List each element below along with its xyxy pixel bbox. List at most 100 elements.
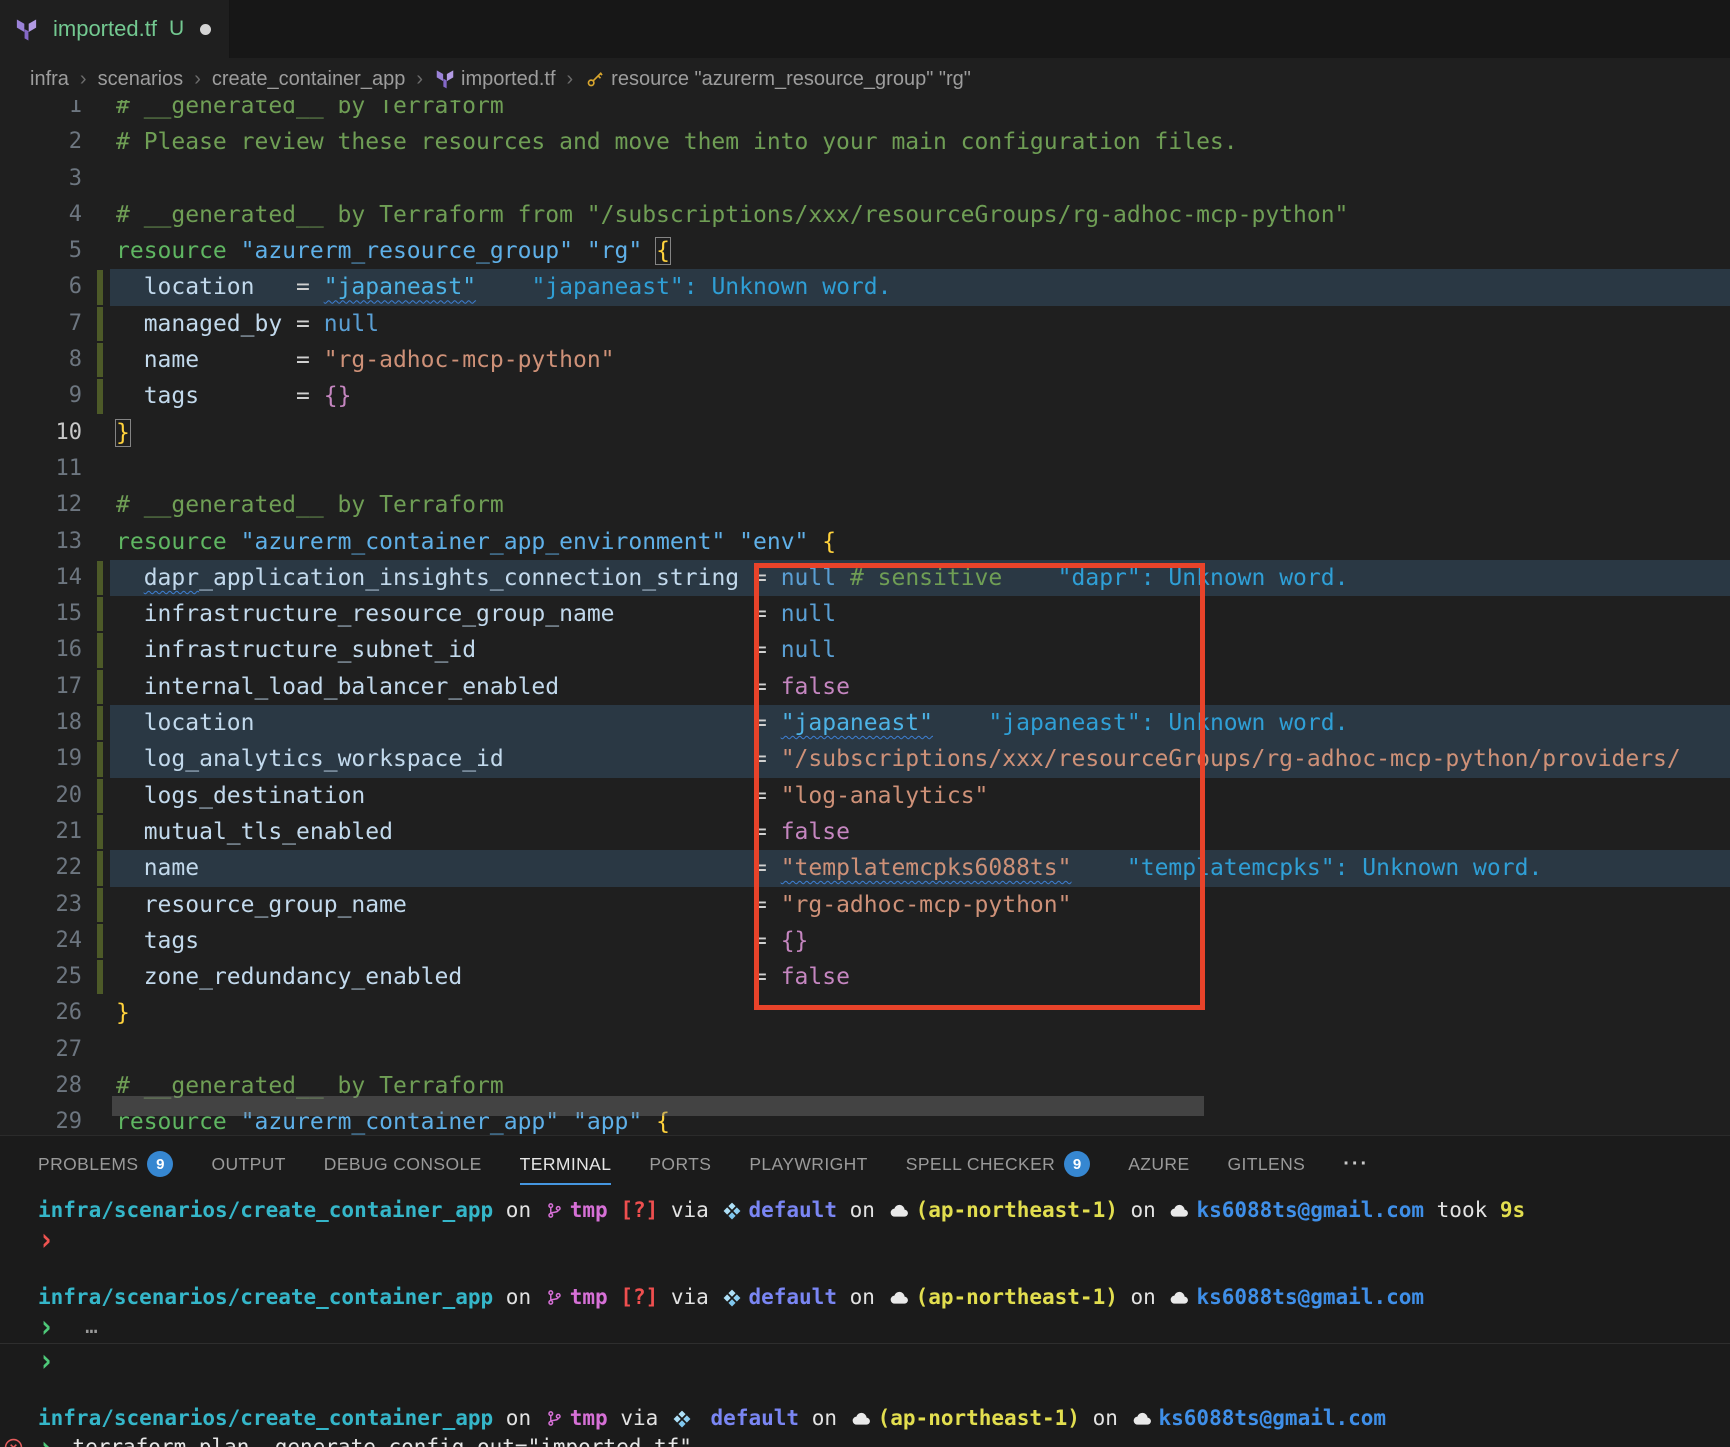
command-separator (0, 1343, 1730, 1344)
panel-tab-playwright[interactable]: PLAYWRIGHT (749, 1136, 867, 1192)
git-added-gutter-bar (97, 924, 103, 958)
panel-tab-bar: PROBLEMS9 OUTPUT DEBUG CONSOLE TERMINAL PORT… (0, 1136, 1730, 1192)
git-added-gutter-bar (97, 270, 103, 304)
git-added-gutter-bar (97, 307, 103, 341)
cloud-icon (890, 1290, 909, 1305)
git-status-badge: U (169, 17, 184, 41)
panel-tab-spell-checker[interactable]: SPELL CHECKER9 (906, 1136, 1090, 1192)
editor-line[interactable]: 7 managed_by = null (0, 306, 1730, 342)
git-added-gutter-bar (97, 561, 103, 595)
code-text: # __generated__ by Terraform (116, 100, 504, 124)
panel-tab-terminal[interactable]: TERMINAL (520, 1136, 612, 1192)
panel-tab-gitlens[interactable]: GITLENS (1228, 1136, 1306, 1192)
panel-tab-label: PROBLEMS (38, 1154, 138, 1175)
editor-line[interactable]: 5resource "azurerm_resource_group" "rg" … (0, 233, 1730, 269)
breadcrumb-item[interactable]: resource "azurerm_resource_group" "rg" (584, 68, 971, 91)
git-added-gutter-bar (97, 379, 103, 413)
code-text: mutual_tls_enabled = false (116, 814, 850, 850)
breadcrumb-item[interactable]: imported.tf (434, 68, 555, 91)
line-number: 17 (0, 669, 82, 705)
editor-line[interactable]: 12# __generated__ by Terraform (0, 487, 1730, 523)
line-number: 10 (0, 415, 82, 451)
tab-imported-tf[interactable]: imported.tf U (0, 0, 230, 58)
prompt-chevron-icon (40, 1351, 53, 1371)
editor-line[interactable]: 9 tags = {} (0, 378, 1730, 414)
annotation-highlight-box (754, 563, 1205, 1010)
terminal-blank-line (38, 1254, 1730, 1283)
panel-tab-debug-console[interactable]: DEBUG CONSOLE (324, 1136, 482, 1192)
breadcrumb-item-label: infra (30, 68, 69, 91)
line-number: 29 (0, 1104, 82, 1135)
git-added-gutter-bar (97, 343, 103, 377)
line-number: 4 (0, 197, 82, 233)
panel-tab-label: AZURE (1128, 1154, 1189, 1175)
code-text: name = "rg-adhoc-mcp-python" (116, 342, 615, 378)
panel-tab-azure[interactable]: AZURE (1128, 1136, 1189, 1192)
editor-line[interactable]: 13 resource "azurerm_container_app_enviro… (0, 524, 1730, 560)
breadcrumb-separator: › (416, 68, 423, 91)
line-number: 20 (0, 778, 82, 814)
line-number: 2 (0, 124, 82, 160)
panel-tab-output[interactable]: OUTPUT (211, 1136, 285, 1192)
cloud-icon (1170, 1290, 1189, 1305)
breadcrumb-item[interactable]: scenarios (98, 68, 184, 91)
git-added-gutter-bar (97, 779, 103, 813)
editor-line[interactable]: 1# __generated__ by Terraform (0, 100, 1730, 124)
editor-line[interactable]: 4# __generated__ by Terraform from "/sub… (0, 197, 1730, 233)
line-number: 11 (0, 451, 82, 487)
editor-line[interactable]: 8 name = "rg-adhoc-mcp-python" (0, 342, 1730, 378)
tab-title: imported.tf (53, 16, 157, 42)
code-text: internal_load_balancer_enabled = false (116, 669, 850, 705)
panel-tab-label: GITLENS (1228, 1154, 1306, 1175)
panel-tab-ports[interactable]: PORTS (649, 1136, 711, 1192)
git-branch-icon (546, 1202, 563, 1219)
line-number: 13 (0, 524, 82, 560)
horizontal-scrollbar[interactable] (112, 1096, 1204, 1116)
panel-tab-label: OUTPUT (211, 1154, 285, 1175)
line-number: 8 (0, 342, 82, 378)
prompt-chevron-icon (40, 1230, 53, 1250)
breadcrumb: infra › scenarios › create_container_app › imp… (0, 58, 1730, 100)
terraform-logo-icon (16, 18, 37, 41)
panel-more-actions-icon[interactable]: ··· (1343, 1153, 1369, 1176)
code-text: infrastructure_resource_group_name = nul… (116, 596, 836, 632)
line-number: 18 (0, 705, 82, 741)
line-number: 23 (0, 887, 82, 923)
code-text: resource "azurerm_container_app_environm… (116, 524, 836, 560)
code-text: resource "azurerm_resource_group" "rg" { (116, 233, 670, 269)
breadcrumb-item[interactable]: infra (30, 68, 69, 91)
line-number: 3 (0, 161, 82, 197)
terminal-line: infra/scenarios/create_container_app on … (38, 1196, 1730, 1225)
line-number: 16 (0, 632, 82, 668)
editor-pane[interactable]: 1# __generated__ by Terraform2# Please r… (0, 100, 1730, 1135)
editor-line[interactable]: 10} (0, 415, 1730, 451)
editor-line[interactable]: 3 (0, 161, 1730, 197)
editor-line[interactable]: 11 (0, 451, 1730, 487)
editor-line[interactable]: 27 (0, 1032, 1730, 1068)
breadcrumb-separator: › (80, 68, 87, 91)
code-text: } (116, 995, 130, 1031)
git-branch-icon (546, 1289, 563, 1306)
panel-tab-label: TERMINAL (520, 1154, 612, 1175)
breadcrumb-item[interactable]: create_container_app (212, 68, 405, 91)
line-number: 21 (0, 814, 82, 850)
terminal-line: terraform plan -generate-config-out="imp… (38, 1433, 1730, 1447)
modified-dot-icon[interactable] (200, 24, 211, 35)
git-branch-icon (546, 1410, 563, 1427)
terminal-output[interactable]: infra/scenarios/create_container_app on … (0, 1192, 1730, 1447)
cloud-icon (1170, 1203, 1189, 1218)
breadcrumb-separator: › (194, 68, 201, 91)
code-text: tags = {} (116, 923, 808, 959)
line-number: 27 (0, 1032, 82, 1068)
line-number: 12 (0, 487, 82, 523)
code-text: location = "japaneast" "japaneast": Unkn… (116, 269, 891, 305)
editor-line[interactable]: 6 location = "japaneast" "japaneast": Un… (0, 269, 1730, 305)
terminal-line (38, 1346, 1730, 1375)
breadcrumb-item-label: resource "azurerm_resource_group" "rg" (611, 68, 971, 91)
git-added-gutter-bar (97, 960, 103, 994)
key-icon (586, 70, 604, 88)
panel-tab-label: SPELL CHECKER (906, 1154, 1055, 1175)
editor-line[interactable]: 2# Please review these resources and mov… (0, 124, 1730, 160)
panel-tab-problems[interactable]: PROBLEMS9 (38, 1136, 173, 1192)
terminal-blank-line (38, 1375, 1730, 1404)
